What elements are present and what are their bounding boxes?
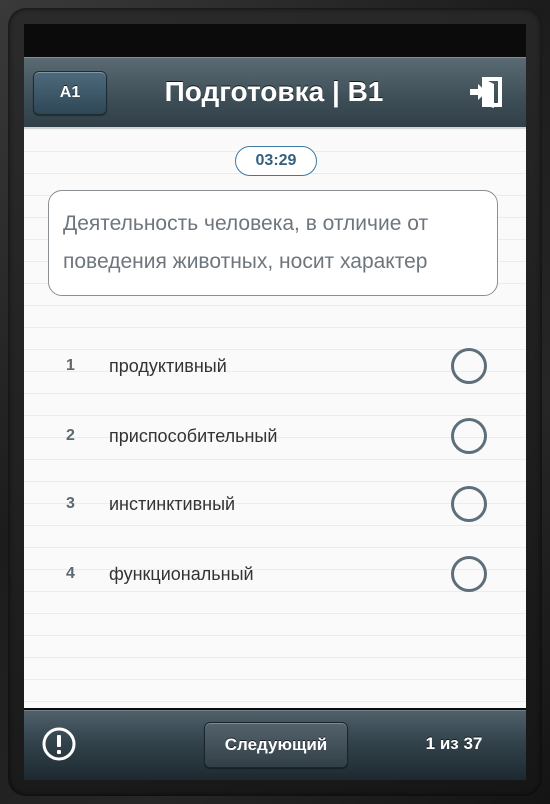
radio-button[interactable] [451,486,487,522]
option-number: 4 [66,565,75,582]
radio-button[interactable] [451,418,487,454]
option-text: приспособительный [109,426,278,446]
question-text: Деятельность человека, в отличие от пове… [63,212,429,273]
exclamation-icon [42,727,76,761]
radio-button[interactable] [451,348,487,384]
page-title: Подготовка | В1 [164,76,384,107]
countdown-timer: 03:29 [235,146,317,176]
quiz-content: 03:29 Деятельность человека, в отличие о… [24,130,526,708]
answer-option-1[interactable]: 1 продуктивный [24,338,526,394]
question-card: Деятельность человека, в отличие от пове… [48,190,498,296]
answer-option-4[interactable]: 4 функциональный [24,546,526,602]
answer-option-2[interactable]: 2 приспособительный [24,408,526,464]
exit-icon [470,77,502,108]
option-number: 3 [66,495,75,512]
option-number: 1 [66,357,75,374]
question-counter: 1 из 37 [425,734,483,753]
exit-button[interactable] [464,71,510,113]
radio-button[interactable] [451,556,487,592]
option-text: инстинктивный [109,494,236,514]
answer-option-3[interactable]: 3 инстинктивный [24,476,526,532]
option-number: 2 [66,427,75,444]
report-button[interactable] [41,726,77,762]
level-button[interactable]: A1 [33,71,107,115]
app-screen: A1 Подготовка | В1 03:29 Деятельность че… [24,24,526,780]
footer-bar: Следующий 1 из 37 [24,710,526,780]
next-button[interactable]: Следующий [204,722,348,768]
option-text: продуктивный [109,356,227,376]
option-text: функциональный [109,564,254,584]
